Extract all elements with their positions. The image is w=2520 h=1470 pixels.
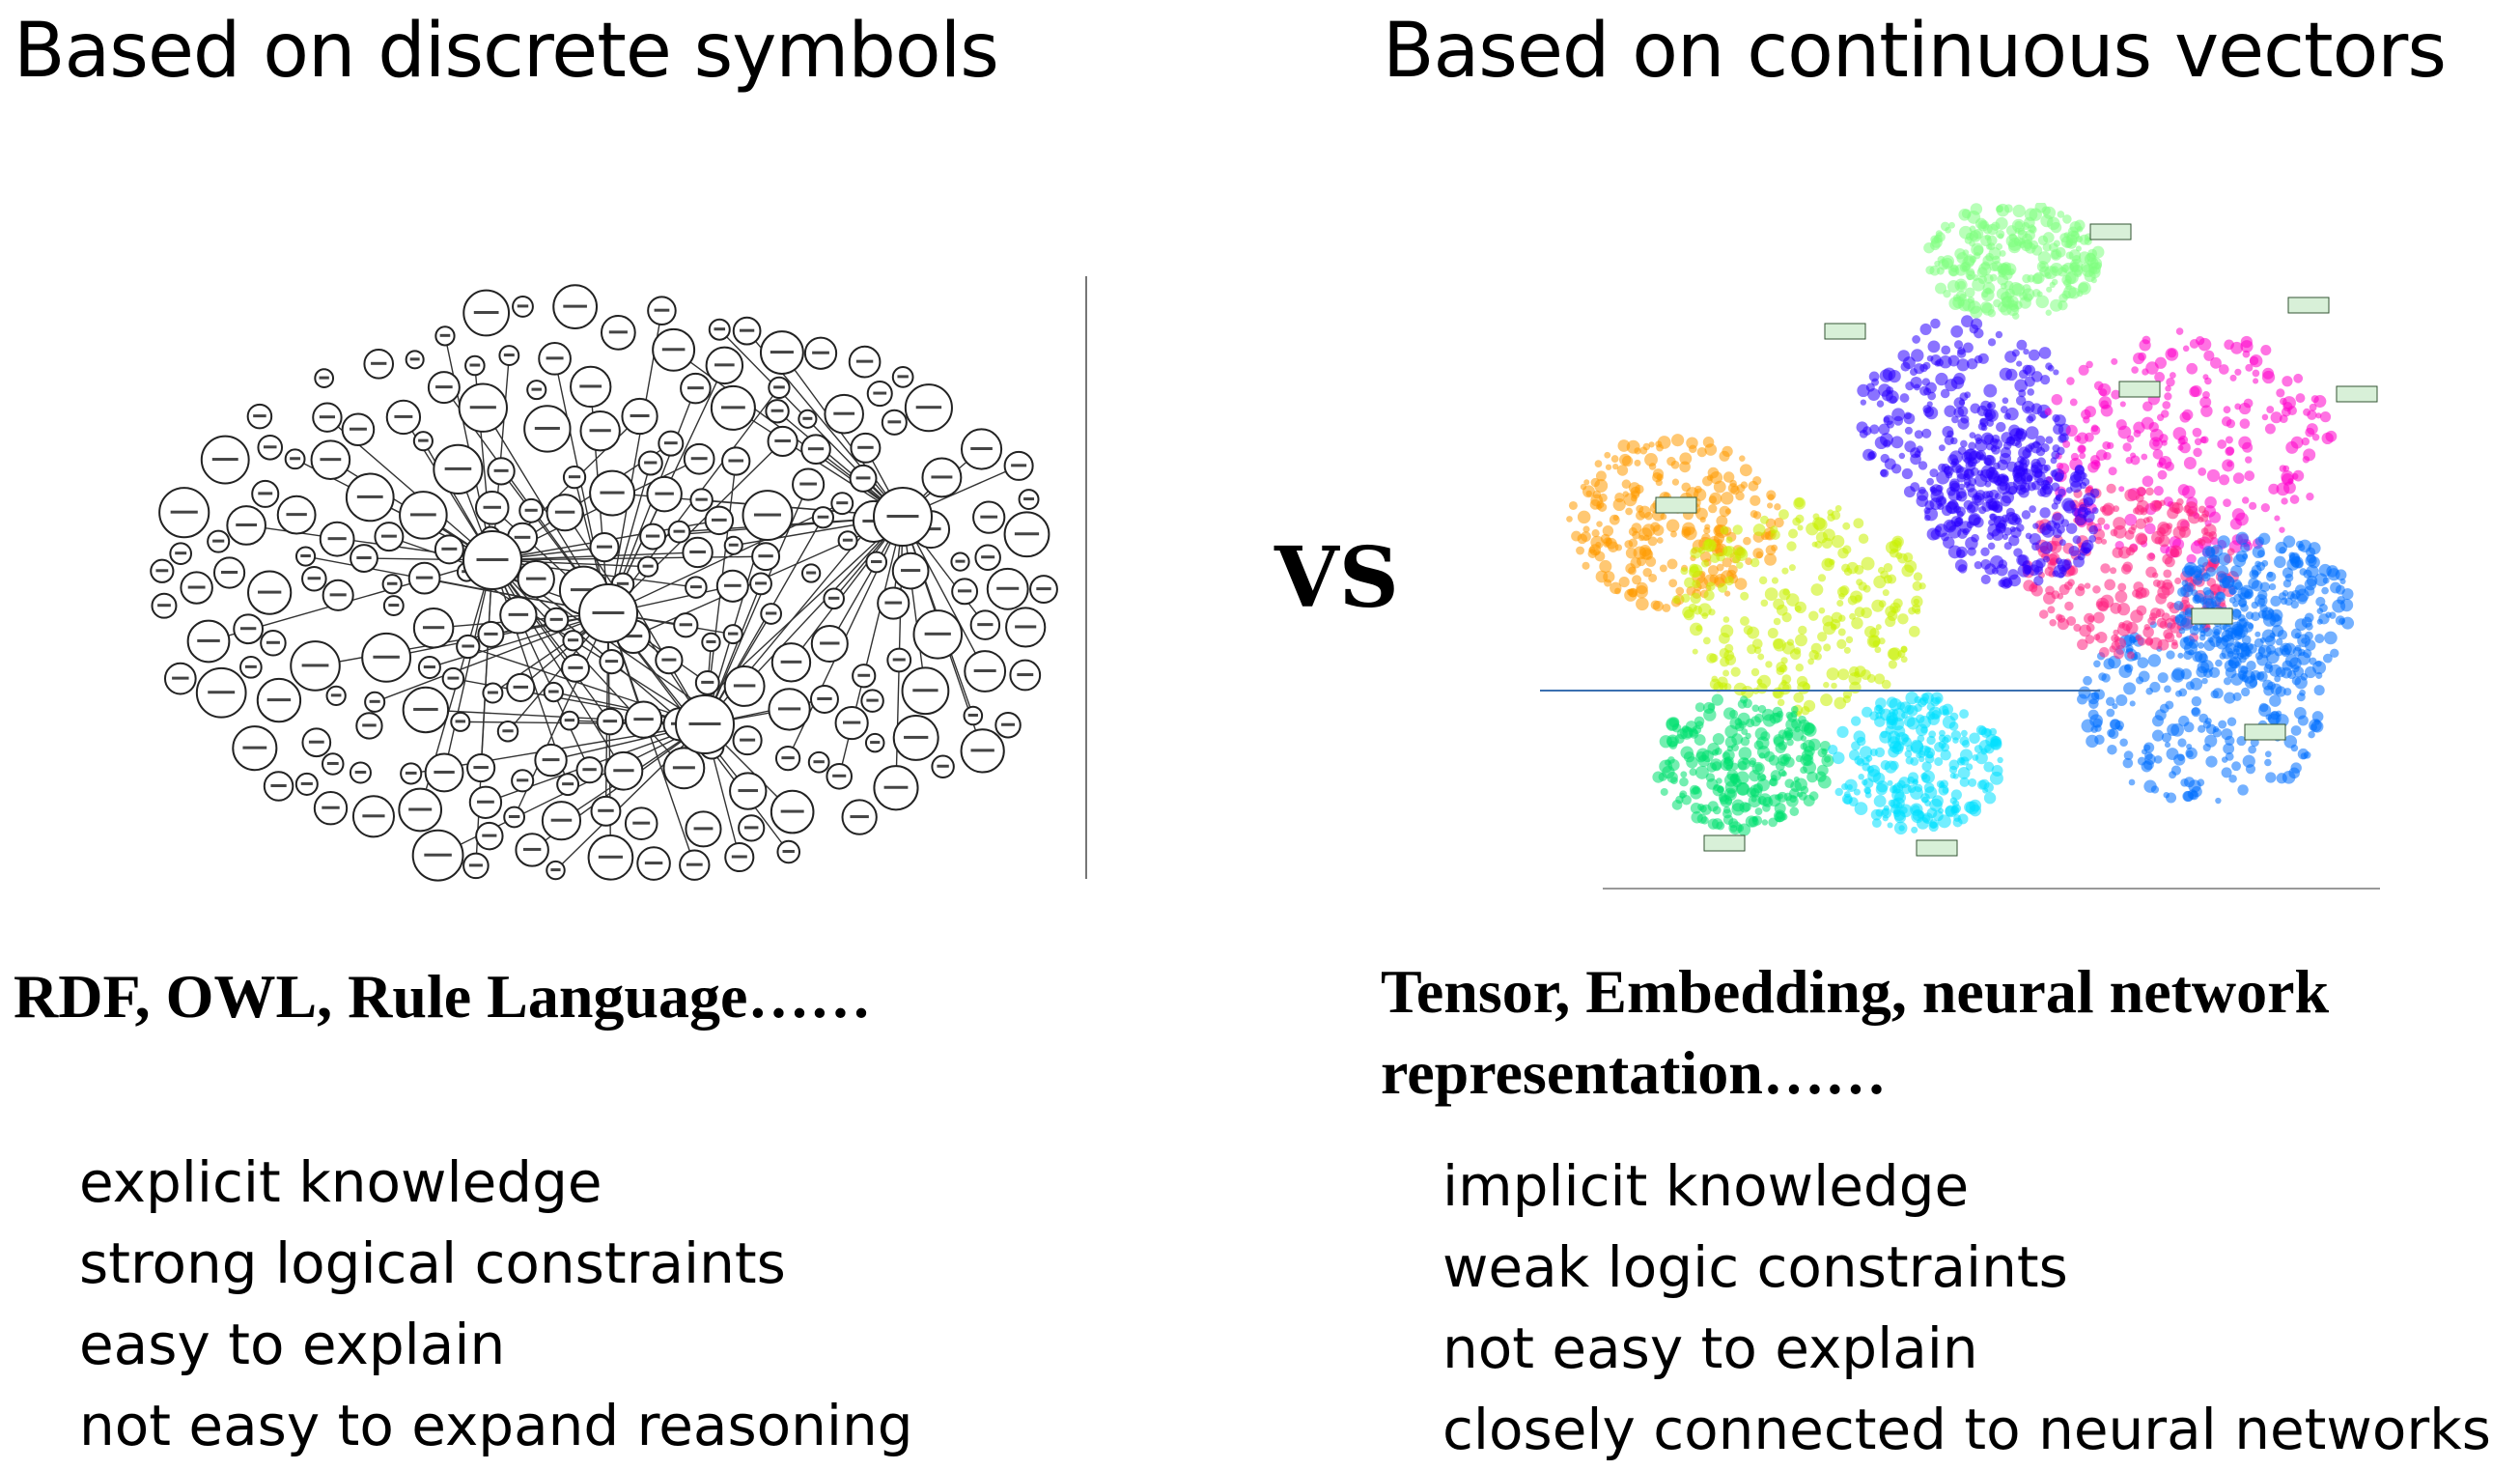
left-property-item: easy to explain [79,1312,506,1377]
knowledge-graph-image [150,276,1087,882]
left-heading: Based on discrete symbols [14,8,999,95]
right-property-item: weak logic constraints [1442,1234,2068,1300]
right-heading: Based on continuous vectors [1383,8,2447,95]
right-property-item: not easy to explain [1442,1315,1978,1381]
right-property-item: closely connected to neural networks [1442,1397,2491,1462]
left-property-item: explicit knowledge [79,1149,602,1215]
left-properties-list: explicit knowledge strong logical constr… [79,1142,913,1466]
embedding-cluster-image [1540,203,2380,890]
left-technologies: RDF, OWL, Rule Language…… [14,962,872,1031]
right-property-item: implicit knowledge [1442,1153,1970,1219]
right-properties-list: implicit knowledge weak logic constraint… [1442,1145,2491,1470]
right-technologies: Tensor, Embedding, neural network repres… [1381,957,2330,1107]
left-property-item: strong logical constraints [79,1230,786,1296]
vs-label: VS [1274,529,1399,627]
left-property-item: not easy to expand reasoning [79,1393,913,1458]
